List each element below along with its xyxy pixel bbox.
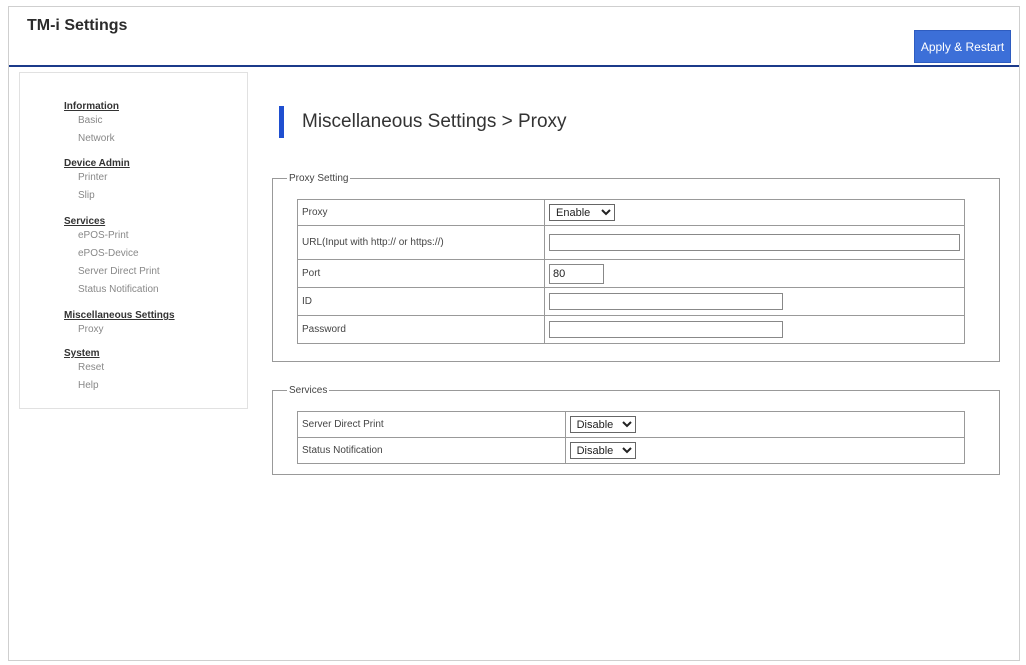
port-input[interactable] xyxy=(549,263,604,284)
nav-item-server-direct-print[interactable]: Server Direct Print xyxy=(78,265,160,278)
nav-item-proxy[interactable]: Proxy xyxy=(78,323,175,336)
url-input[interactable] xyxy=(549,234,960,251)
proxy-setting-legend: Proxy Setting xyxy=(289,173,349,184)
id-input[interactable] xyxy=(549,293,783,310)
nav-item-slip[interactable]: Slip xyxy=(78,189,130,202)
table-row: ID xyxy=(297,287,965,316)
app-title: TM-i Settings xyxy=(27,17,128,34)
nav-group-device-admin: Device Admin Printer Slip xyxy=(64,157,130,202)
table-row: Password xyxy=(297,315,965,344)
proxy-enable-select[interactable]: Enable xyxy=(549,204,615,221)
app-window: TM-i Settings Apply & Restart Informatio… xyxy=(8,6,1020,661)
status-notification-select[interactable]: Disable xyxy=(569,442,636,459)
nav-item-epos-device[interactable]: ePOS-Device xyxy=(78,247,160,260)
apply-restart-button[interactable]: Apply & Restart xyxy=(914,30,1011,63)
id-label: ID xyxy=(297,287,545,316)
password-value-cell xyxy=(544,315,965,344)
nav-group-information: Information Basic Network xyxy=(64,100,119,145)
server-direct-print-select[interactable]: Disable xyxy=(569,416,636,433)
password-input[interactable] xyxy=(549,321,783,338)
proxy-value-cell: Enable xyxy=(544,199,965,226)
page-heading: Miscellaneous Settings > Proxy xyxy=(279,106,567,138)
services-legend: Services xyxy=(289,385,328,396)
nav-heading-device-admin[interactable]: Device Admin xyxy=(64,157,130,170)
page-title: Miscellaneous Settings > Proxy xyxy=(302,111,567,132)
table-row: Server Direct Print Disable xyxy=(297,411,966,438)
id-value-cell xyxy=(544,287,965,316)
nav-heading-services[interactable]: Services xyxy=(64,215,160,228)
nav-item-status-notification[interactable]: Status Notification xyxy=(78,283,160,296)
nav-heading-information[interactable]: Information xyxy=(64,100,119,113)
nav-item-basic[interactable]: Basic xyxy=(78,114,119,127)
heading-accent-bar xyxy=(279,106,284,138)
url-label: URL(Input with http:// or https://) xyxy=(297,225,545,260)
table-row: Status Notification Disable xyxy=(297,437,966,464)
nav-heading-misc-settings[interactable]: Miscellaneous Settings xyxy=(64,309,175,322)
password-label: Password xyxy=(297,315,545,344)
status-notification-label: Status Notification xyxy=(297,437,566,464)
nav-item-help[interactable]: Help xyxy=(78,379,104,392)
port-value-cell xyxy=(544,259,965,288)
nav-item-network[interactable]: Network xyxy=(78,132,119,145)
url-value-cell xyxy=(544,225,965,260)
nav-group-misc-settings: Miscellaneous Settings Proxy xyxy=(64,309,175,336)
table-row: Proxy Enable xyxy=(297,199,965,226)
table-row: URL(Input with http:// or https://) xyxy=(297,225,965,260)
nav-group-services: Services ePOS-Print ePOS-Device Server D… xyxy=(64,215,160,296)
server-direct-print-value-cell: Disable xyxy=(564,411,966,438)
sidebar: Information Basic Network Device Admin P… xyxy=(19,72,248,409)
table-row: Port xyxy=(297,259,965,288)
status-notification-value-cell: Disable xyxy=(564,437,966,464)
nav-heading-system[interactable]: System xyxy=(64,347,104,360)
nav-item-epos-print[interactable]: ePOS-Print xyxy=(78,229,160,242)
port-label: Port xyxy=(297,259,545,288)
header-divider xyxy=(9,65,1019,67)
services-table: Server Direct Print Disable Status Notif… xyxy=(297,411,966,464)
nav-item-reset[interactable]: Reset xyxy=(78,361,104,374)
nav-group-system: System Reset Help xyxy=(64,347,104,392)
server-direct-print-label: Server Direct Print xyxy=(297,411,566,438)
proxy-label: Proxy xyxy=(297,199,545,226)
proxy-settings-table: Proxy Enable URL(Input with http:// or h… xyxy=(297,199,965,344)
nav-item-printer[interactable]: Printer xyxy=(78,171,130,184)
